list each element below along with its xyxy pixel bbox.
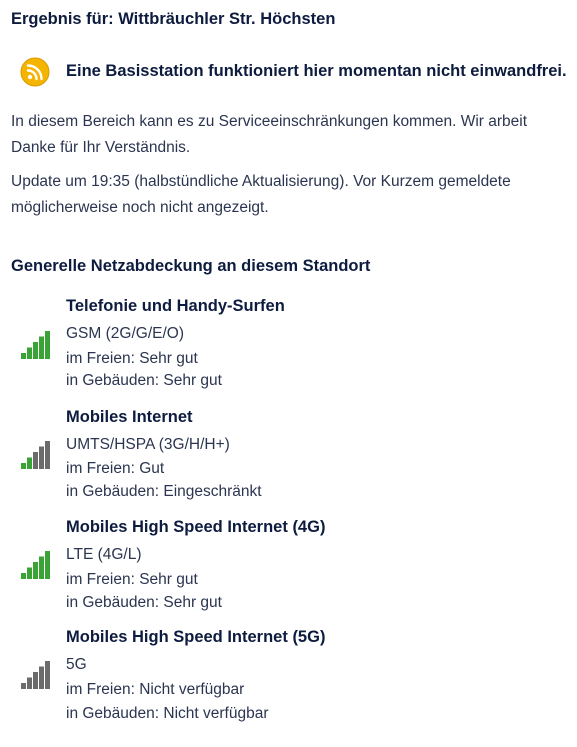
update-text-line-1: Update um 19:35 (halbstündliche Aktualis… (11, 173, 511, 190)
coverage-item-tech: GSM (2G/G/E/O) (66, 325, 184, 342)
signal-bar (39, 336, 44, 359)
signal-bar (21, 353, 26, 359)
signal-bar (27, 347, 32, 359)
coverage-title: Generelle Netzabdeckung an diesem Stando… (11, 257, 371, 275)
coverage-item-title: Mobiles High Speed Internet (4G) (66, 518, 326, 536)
coverage-item-title: Telefonie und Handy-Surfen (66, 297, 285, 315)
page-title: Ergebnis für: Wittbräuchler Str. Höchste… (11, 10, 336, 28)
signal-bar (21, 573, 26, 579)
signal-bar (27, 457, 32, 469)
signal-bar (33, 672, 38, 689)
coverage-item-outdoor: im Freien: Sehr gut (66, 571, 198, 588)
coverage-item-title: Mobiles Internet (66, 408, 193, 426)
signal-strength-icon (21, 551, 50, 579)
signal-bar (45, 331, 50, 359)
info-text-line-1: In diesem Bereich kann es zu Serviceeins… (11, 113, 528, 130)
coverage-item-indoor: in Gebäuden: Nicht verfügbar (66, 705, 269, 722)
coverage-item-outdoor: im Freien: Nicht verfügbar (66, 681, 245, 698)
coverage-item-outdoor: im Freien: Gut (66, 460, 165, 477)
signal-bar (21, 683, 26, 689)
signal-bar (39, 556, 44, 579)
signal-strength-icon (21, 661, 50, 689)
signal-bar (33, 342, 38, 359)
signal-bar (21, 463, 26, 469)
coverage-item-title: Mobiles High Speed Internet (5G) (66, 628, 326, 646)
signal-strength-icon (21, 331, 50, 359)
signal-bar (33, 452, 38, 469)
signal-bar (45, 661, 50, 689)
coverage-item-tech: UMTS/HSPA (3G/H/H+) (66, 436, 230, 453)
alert-message: Eine Basisstation funktioniert hier mome… (66, 62, 567, 80)
signal-warning-icon (20, 57, 50, 87)
signal-bar (33, 562, 38, 579)
signal-bar (27, 567, 32, 579)
signal-bar (45, 551, 50, 579)
coverage-item-outdoor: im Freien: Sehr gut (66, 350, 198, 367)
coverage-item-indoor: in Gebäuden: Sehr gut (66, 594, 222, 611)
signal-strength-icon (21, 441, 50, 469)
coverage-item-indoor: in Gebäuden: Sehr gut (66, 372, 222, 389)
info-text-line-2: Danke für Ihr Verständnis. (11, 139, 191, 156)
signal-bar (27, 677, 32, 689)
signal-bar (45, 441, 50, 469)
signal-bar (39, 446, 44, 469)
update-text-line-2: möglicherweise noch nicht angezeigt. (11, 199, 269, 216)
signal-bar (39, 666, 44, 689)
coverage-item-indoor: in Gebäuden: Eingeschränkt (66, 483, 262, 500)
coverage-item-tech: 5G (66, 656, 87, 673)
coverage-item-tech: LTE (4G/L) (66, 546, 142, 563)
